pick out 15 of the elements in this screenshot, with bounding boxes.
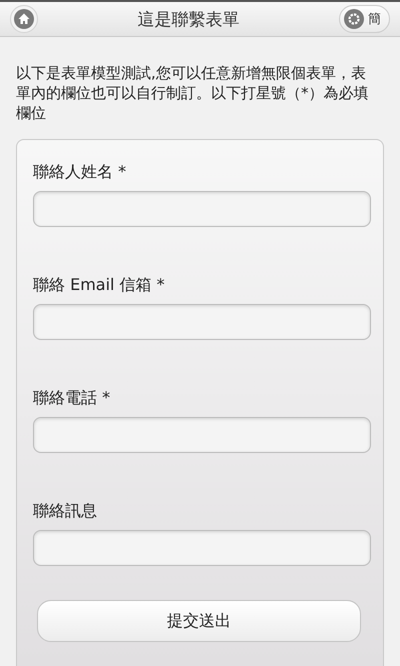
home-icon — [14, 9, 34, 29]
field-label: 聯絡訊息 — [33, 501, 98, 522]
input-field[interactable] — [33, 417, 371, 453]
input-field[interactable] — [33, 530, 371, 566]
input-field[interactable] — [33, 304, 371, 340]
field-label: 聯絡電話 * — [33, 388, 112, 409]
field-label: 聯絡 Email 信箱 * — [33, 275, 166, 296]
page-title: 這是聯繫表單 — [138, 8, 240, 30]
settings-button[interactable]: 簡 — [339, 5, 390, 33]
submit-button[interactable]: 提交送出 — [37, 600, 361, 642]
gear-icon — [344, 9, 364, 29]
intro-text: 以下是表單模型測試,您可以任意新增無限個表單，表單內的欄位也可以自行制訂。以下打星號（*）為必填欄位 — [16, 63, 370, 123]
input-field[interactable] — [33, 191, 371, 227]
field-label: 聯絡人姓名 * — [33, 162, 128, 183]
home-button[interactable] — [10, 5, 38, 33]
